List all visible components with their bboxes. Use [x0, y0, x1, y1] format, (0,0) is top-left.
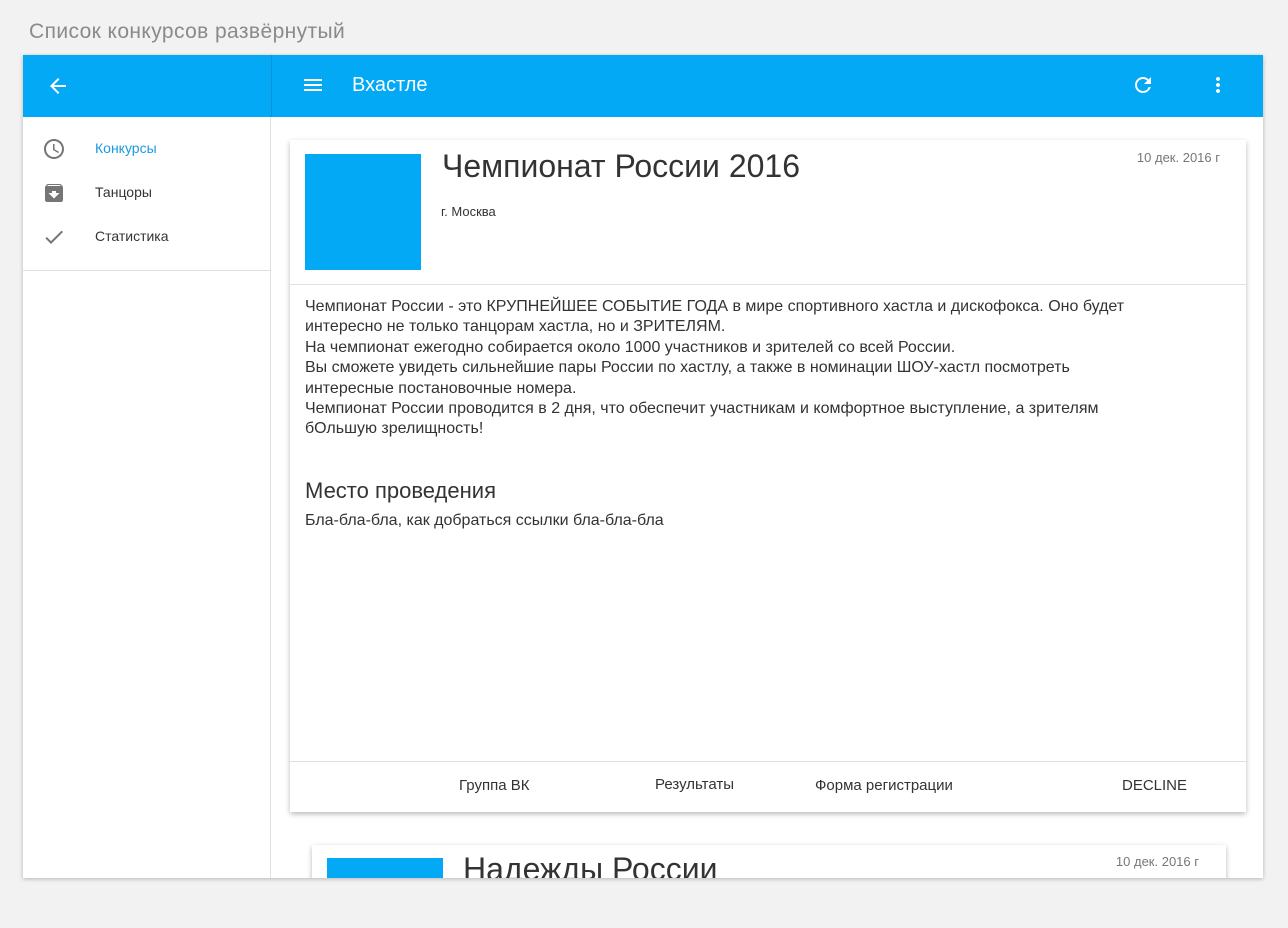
card-header-divider: [290, 284, 1246, 285]
sidebar-item-label: Конкурсы: [95, 140, 157, 156]
refresh-icon: [1135, 77, 1151, 93]
menu-button[interactable]: [293, 65, 333, 105]
description-line: бОльшую зрелищность!: [305, 420, 484, 438]
page-caption: Список конкурсов развёрнутый: [29, 20, 346, 43]
sidebar-item-label: Танцоры: [95, 184, 152, 200]
contest-image: [305, 154, 421, 270]
description-line: интересные постановочные номера.: [305, 379, 577, 397]
clock-icon: [44, 139, 64, 159]
description-line: Чемпионат России проводится в 2 дня, что…: [305, 400, 1099, 418]
contest-image: [327, 858, 443, 878]
contest-date: 10 дек. 2016 г: [1115, 854, 1199, 869]
sidebar-item-statistics[interactable]: Статистика: [23, 215, 271, 259]
app-title: Вхастле: [352, 74, 428, 96]
sidebar-divider: [23, 270, 271, 271]
sidebar-item-dancers[interactable]: Танцоры: [23, 171, 271, 215]
back-button[interactable]: [38, 66, 78, 106]
venue-heading: Место проведения: [305, 478, 496, 503]
appbar-divider: [271, 55, 272, 117]
app-bar: Вхастле: [23, 55, 1263, 117]
more-options-button[interactable]: [1198, 65, 1238, 105]
results-button[interactable]: Результаты: [655, 776, 734, 793]
hamburger-menu-icon: [304, 79, 322, 91]
contest-title: Надежды России: [463, 851, 718, 878]
description-line: На чемпионат ежегодно собирается около 1…: [305, 338, 956, 356]
decline-button[interactable]: DECLINE: [1122, 777, 1187, 794]
vk-group-button[interactable]: Группа ВК: [459, 777, 529, 794]
description-line: Чемпионат России - это КРУПНЕЙШЕЕ СОБЫТИ…: [305, 298, 1125, 315]
contest-card[interactable]: Чемпионат России 2016 10 дек. 2016 г г. …: [290, 140, 1246, 812]
contest-city: г. Москва: [441, 204, 496, 219]
card-actions: Группа ВК Результаты Форма регистрации D…: [290, 762, 1246, 812]
venue-text: Бла-бла-бла, как добраться ссылки бла-бл…: [305, 512, 664, 529]
description-line: Вы сможете увидеть сильнейшие пары Росси…: [305, 359, 1070, 377]
description-line: интересно не только танцорам хастла, но …: [305, 318, 726, 336]
sidebar: Конкурсы Танцоры Статистика: [23, 117, 271, 878]
contest-date: 10 дек. 2016 г: [1136, 150, 1220, 165]
contest-description: Чемпионат России - это КРУПНЕЙШЕЕ СОБЫТИ…: [305, 297, 1225, 440]
contest-title: Чемпионат России 2016: [442, 148, 800, 184]
arrow-back-icon: [50, 78, 66, 94]
sidebar-item-contests[interactable]: Конкурсы: [23, 127, 271, 171]
refresh-button[interactable]: [1123, 65, 1163, 105]
sidebar-item-label: Статистика: [95, 228, 169, 244]
registration-form-button[interactable]: Форма регистрации: [815, 777, 953, 794]
check-icon: [45, 230, 63, 244]
app-window: Вхастле Конкурсы Танцоры Статистика Чемп…: [23, 55, 1263, 878]
more-vert-icon: [1216, 77, 1220, 93]
archive-icon: [45, 184, 63, 202]
contest-card[interactable]: Надежды России 10 дек. 2016 г: [312, 845, 1226, 878]
